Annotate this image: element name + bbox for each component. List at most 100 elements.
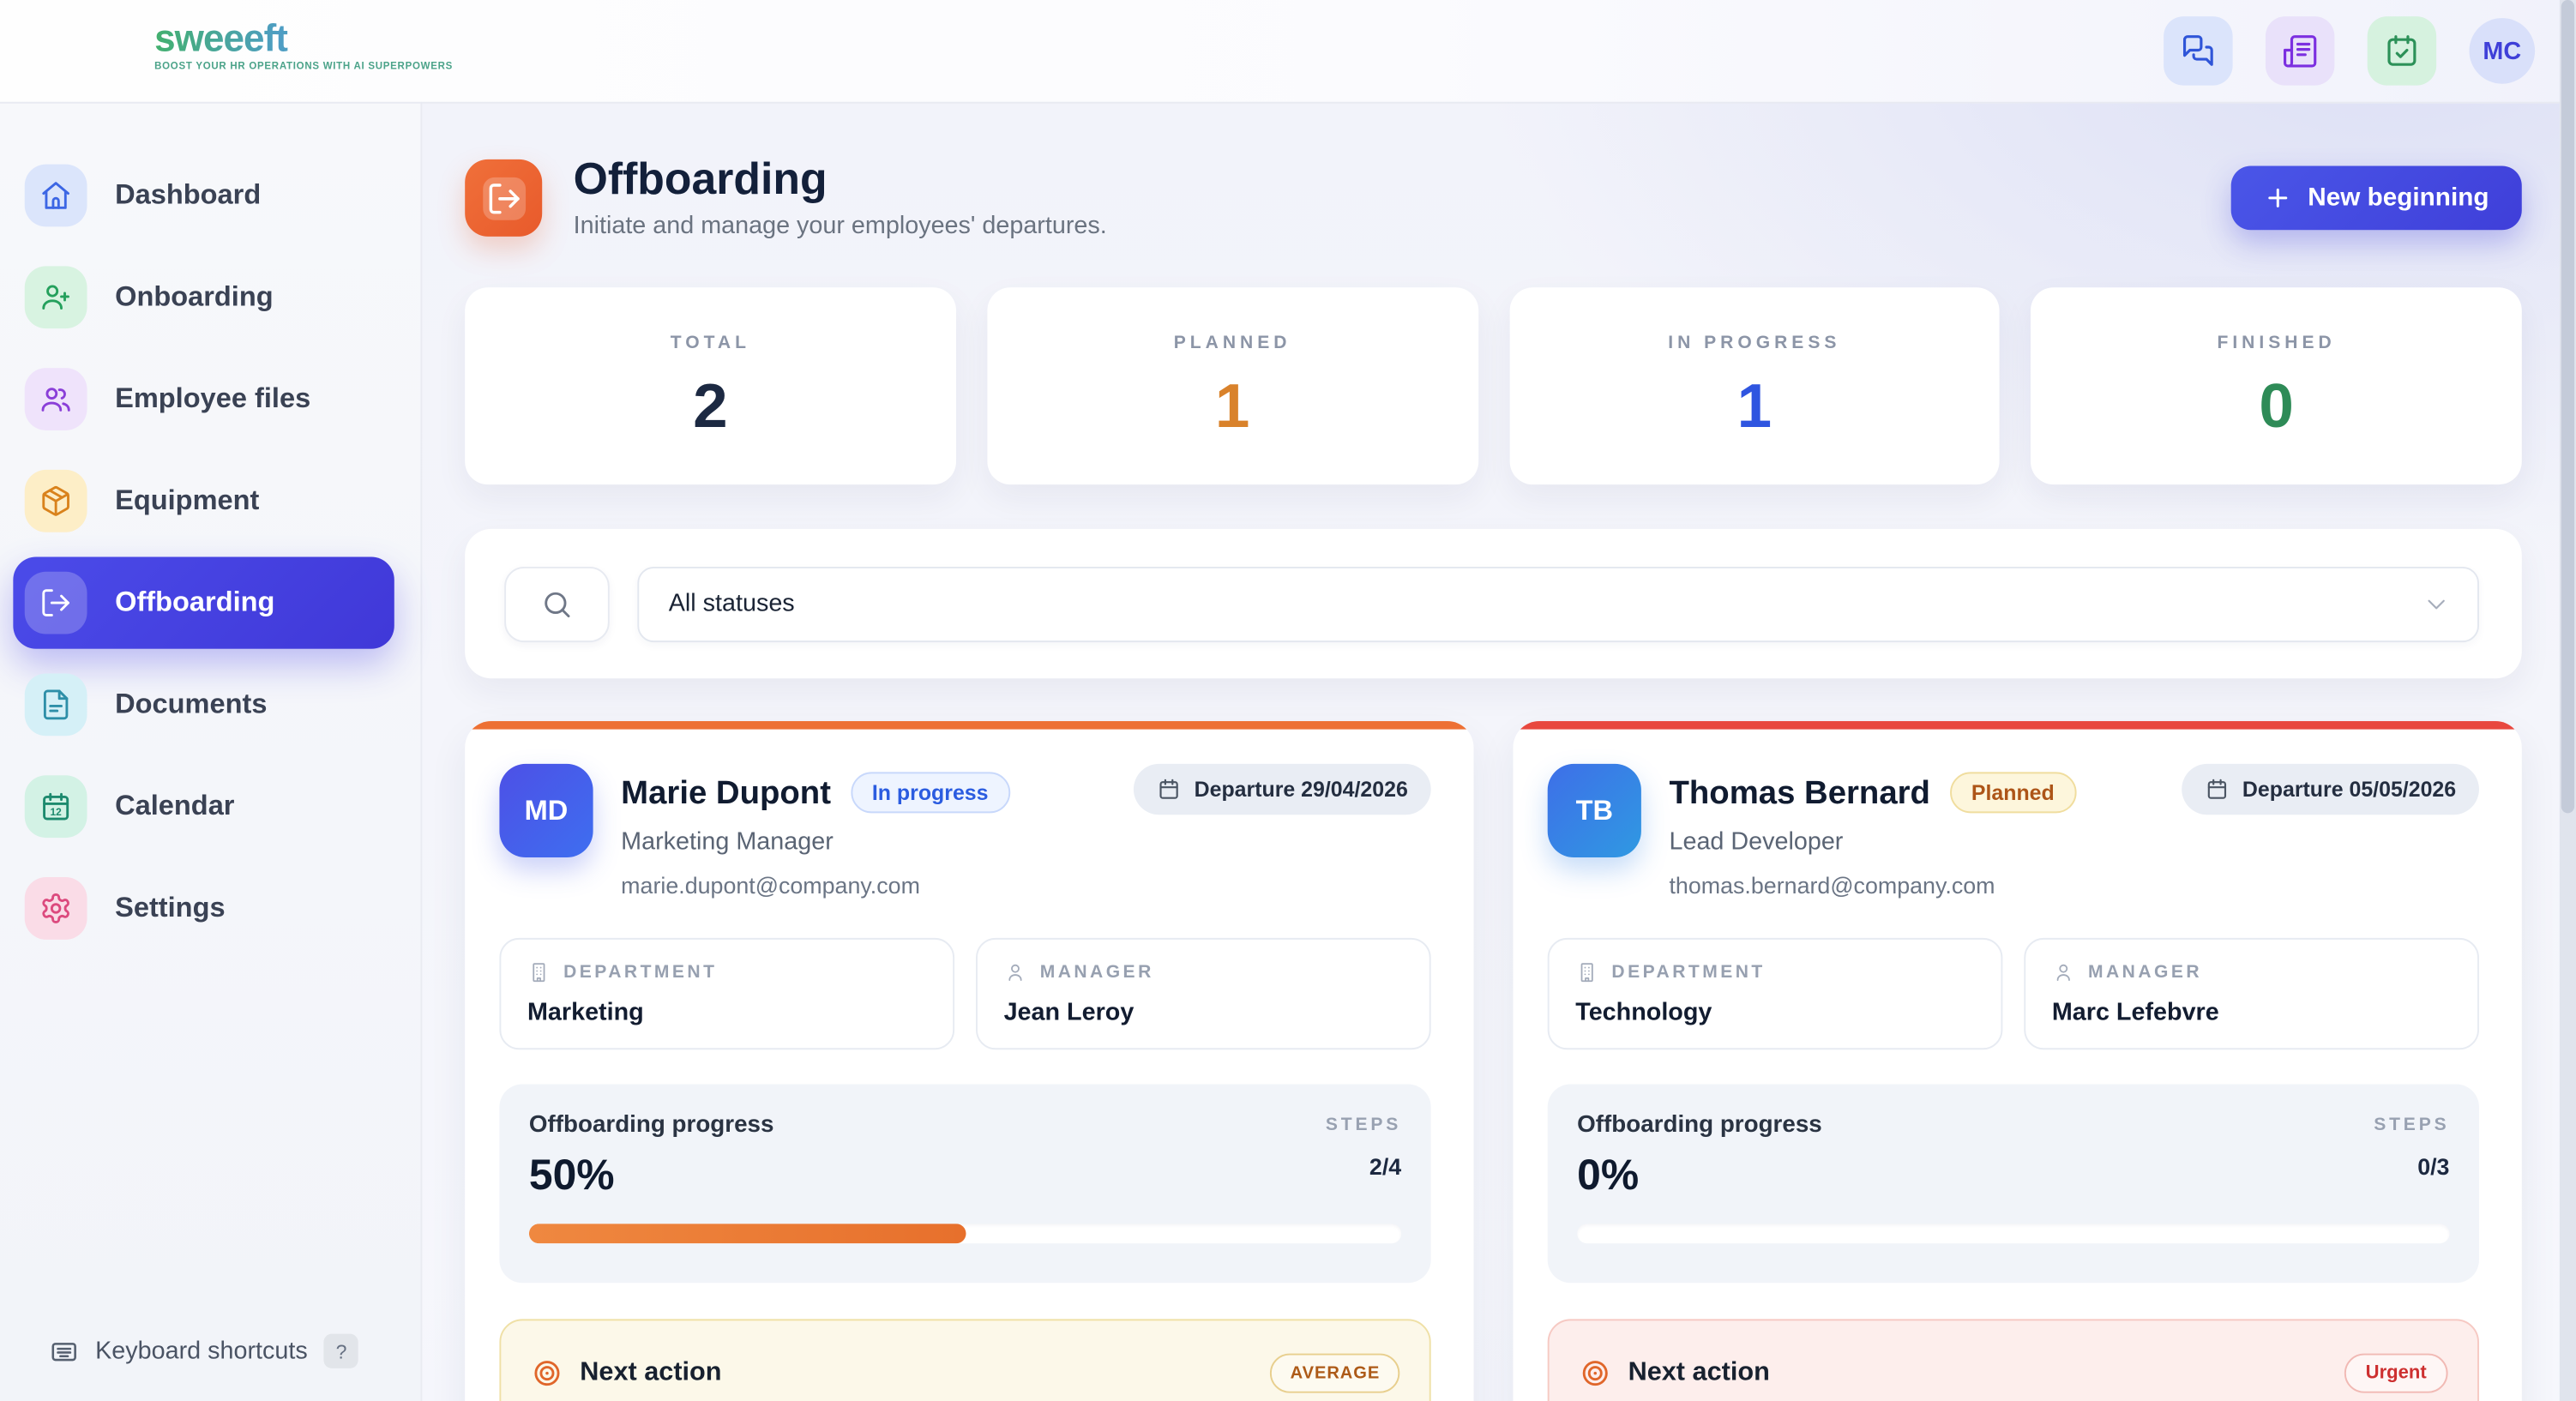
status-badge: Planned [1950, 772, 2076, 813]
employee-email: thomas.bernard@company.com [1669, 872, 2075, 899]
brand-tagline: BOOST YOUR HR OPERATIONS WITH AI SUPERPO… [154, 63, 453, 72]
brand-logo: sweeeft BOOST YOUR HR OPERATIONS WITH AI… [154, 18, 453, 72]
progress-bar-fill [529, 1224, 966, 1243]
target-icon [1579, 1356, 1611, 1389]
search-button[interactable] [504, 566, 610, 641]
stat-value: 1 [1215, 374, 1250, 440]
progress-steps: 0/3 [2417, 1153, 2449, 1180]
page-title: Offboarding [574, 156, 1107, 202]
calendar-check-button[interactable] [2368, 16, 2436, 85]
stat-card-total: TOTAL 2 [465, 287, 955, 484]
stat-label: IN PROGRESS [1668, 333, 1840, 352]
progress-steps: 2/4 [1369, 1153, 1401, 1180]
priority-badge: Urgent [2344, 1354, 2448, 1393]
department-box: DEPARTMENT Technology [1548, 938, 2003, 1049]
building-icon [527, 961, 551, 984]
user-avatar[interactable]: MC [2469, 18, 2535, 84]
building-icon [1575, 961, 1598, 984]
employee-cards-row: MD Marie Dupont In progress Marketing Ma… [465, 721, 2522, 1401]
sidebar-item-onboarding[interactable]: Onboarding [13, 251, 394, 343]
sidebar-item-dashboard[interactable]: Dashboard [13, 149, 394, 241]
progress-percent: 50% [529, 1150, 615, 1199]
stat-value: 0 [2259, 374, 2294, 440]
priority-badge: AVERAGE [1271, 1354, 1400, 1393]
scrollbar-thumb[interactable] [2561, 0, 2574, 813]
stat-label: FINISHED [2217, 333, 2335, 352]
stat-value: 2 [693, 374, 728, 440]
user-icon [2052, 961, 2075, 984]
departure-chip: Departure 29/04/2026 [1134, 764, 1431, 815]
search-icon [540, 587, 573, 620]
department-value: Marketing [527, 999, 927, 1027]
next-action-panel: Next action Urgent [1548, 1319, 2479, 1401]
target-icon [531, 1356, 563, 1389]
stat-label: TOTAL [671, 333, 750, 352]
manager-value: Marc Lefebvre [2052, 999, 2452, 1027]
avatar: MD [499, 764, 593, 857]
calendar-icon [2205, 777, 2230, 802]
employee-email: marie.dupont@company.com [621, 872, 1009, 899]
sidebar-item-equipment[interactable]: Equipment [13, 455, 394, 547]
package-icon [25, 470, 87, 532]
employee-role: Lead Developer [1669, 828, 2075, 857]
user-icon [1004, 961, 1027, 984]
chevron-down-icon [2422, 589, 2451, 618]
card-accent-strip [465, 721, 1473, 730]
employee-name: Thomas Bernard [1669, 774, 1929, 810]
calendar-icon: 12 [25, 775, 87, 838]
filter-bar: All statuses [465, 529, 2522, 678]
progress-bar [1577, 1224, 2449, 1243]
home-icon [25, 165, 87, 227]
document-icon [25, 673, 87, 736]
stat-label: PLANNED [1174, 333, 1291, 352]
keyboard-icon [49, 1337, 78, 1366]
card-accent-strip [1513, 721, 2521, 730]
department-box: DEPARTMENT Marketing [499, 938, 954, 1049]
sidebar-item-offboarding[interactable]: Offboarding [13, 556, 394, 648]
chat-bubbles-icon [2180, 33, 2216, 69]
topbar-actions: MC [2164, 16, 2535, 85]
status-filter-select[interactable]: All statuses [637, 566, 2479, 641]
user-plus-icon [25, 266, 87, 328]
question-key-badge: ? [324, 1334, 358, 1368]
stat-card-finished: FINISHED 0 [2031, 287, 2521, 484]
stat-card-in-progress: IN PROGRESS 1 [1509, 287, 2000, 484]
employee-card[interactable]: MD Marie Dupont In progress Marketing Ma… [465, 721, 1473, 1401]
scrollbar-track [2560, 0, 2576, 1401]
brand-name: sweeeft [154, 18, 453, 59]
employee-role: Marketing Manager [621, 828, 1009, 857]
avatar: TB [1548, 764, 1641, 857]
log-out-icon [25, 572, 87, 634]
offboarding-progress-panel: Offboarding progress STEPS 50% 2/4 [499, 1084, 1430, 1283]
sidebar-item-documents[interactable]: Documents [13, 658, 394, 750]
sidebar-item-employee-files[interactable]: Employee files [13, 353, 394, 445]
stats-row: TOTAL 2 PLANNED 1 IN PROGRESS 1 FINISHED… [465, 287, 2522, 484]
keyboard-shortcuts[interactable]: Keyboard shortcuts ? [49, 1334, 358, 1368]
log-out-icon [485, 180, 521, 216]
svg-text:12: 12 [50, 806, 62, 818]
sidebar-item-calendar[interactable]: 12 Calendar [13, 761, 394, 852]
manager-box: MANAGER Marc Lefebvre [2024, 938, 2479, 1049]
calendar-icon [1157, 777, 1182, 802]
sidebar-item-settings[interactable]: Settings [13, 863, 394, 954]
news-button[interactable] [2266, 16, 2334, 85]
departure-chip: Departure 05/05/2026 [2182, 764, 2479, 815]
calendar-check-icon [2384, 33, 2420, 69]
employee-name: Marie Dupont [621, 774, 831, 810]
progress-bar [529, 1224, 1401, 1243]
stat-card-planned: PLANNED 1 [987, 287, 1478, 484]
manager-box: MANAGER Jean Leroy [976, 938, 1431, 1049]
progress-percent: 0% [1577, 1150, 1639, 1199]
department-value: Technology [1575, 999, 1975, 1027]
app-root: sweeeft BOOST YOUR HR OPERATIONS WITH AI… [0, 0, 2576, 1401]
offboarding-progress-panel: Offboarding progress STEPS 0% 0/3 [1548, 1084, 2479, 1283]
new-beginning-button[interactable]: New beginning [2230, 165, 2522, 230]
stat-value: 1 [1737, 374, 1773, 440]
gear-icon [25, 877, 87, 940]
status-badge: In progress [851, 772, 1009, 813]
page-subtitle: Initiate and manage your employees' depa… [574, 212, 1107, 240]
users-icon [25, 368, 87, 430]
employee-card[interactable]: TB Thomas Bernard Planned Lead Developer… [1513, 721, 2521, 1401]
messages-button[interactable] [2164, 16, 2232, 85]
next-action-panel: Next action AVERAGE [499, 1319, 1430, 1401]
